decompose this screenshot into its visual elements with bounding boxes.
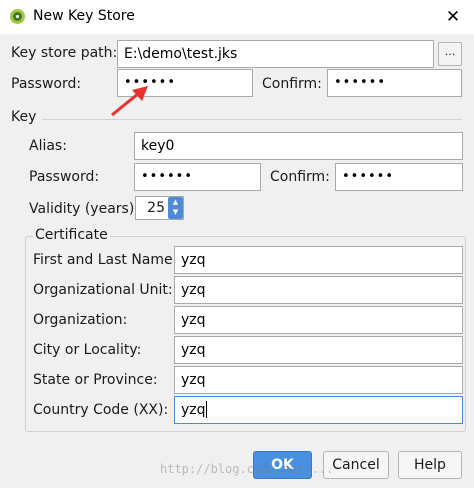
watermark: http://blog.csdn.net/... (160, 462, 334, 476)
browse-button[interactable]: ... (438, 42, 462, 66)
key-password-label: Password: (29, 169, 100, 185)
spinner-arrows[interactable]: ▲ ▼ (168, 197, 183, 219)
text-caret (206, 401, 207, 418)
key-section-label: Key (11, 109, 37, 125)
close-button[interactable]: ✕ (432, 0, 474, 34)
alias-label: Alias: (29, 138, 67, 154)
keystore-confirm-field[interactable]: •••••• (327, 69, 462, 97)
country-code-field[interactable]: yzq (174, 396, 463, 424)
spinner-up-icon[interactable]: ▲ (168, 197, 183, 207)
spinner-down-icon[interactable]: ▼ (168, 207, 183, 217)
key-store-path-field[interactable]: E:\demo\test.jks (117, 40, 434, 68)
city-locality-field[interactable]: yzq (174, 336, 463, 364)
annotation-arrow-icon (111, 86, 148, 117)
validity-value[interactable]: 25 (136, 197, 168, 219)
organization-label: Organization: (33, 312, 128, 328)
state-province-label: State or Province: (33, 372, 158, 388)
new-key-store-dialog: New Key Store ✕ Key store path: E:\demo\… (0, 0, 474, 488)
validity-spinner[interactable]: 25 ▲ ▼ (135, 196, 184, 220)
window-title: New Key Store (33, 8, 135, 24)
certificate-section-label: Certificate (33, 227, 110, 243)
organizational-unit-field[interactable]: yzq (174, 276, 463, 304)
keystore-confirm-label: Confirm: (262, 76, 322, 92)
key-password-field[interactable]: •••••• (134, 163, 261, 191)
help-button[interactable]: Help (398, 451, 462, 479)
country-code-label: Country Code (XX): (33, 402, 169, 418)
first-last-name-label: First and Last Name: (33, 252, 178, 268)
key-confirm-label: Confirm: (270, 169, 330, 185)
title-bar: New Key Store ✕ (0, 0, 474, 34)
alias-field[interactable]: key0 (134, 132, 463, 160)
keystore-password-label: Password: (11, 76, 82, 92)
city-locality-label: City or Locality: (33, 342, 142, 358)
first-last-name-field[interactable]: yzq (174, 246, 463, 274)
key-section-divider (42, 119, 462, 120)
organizational-unit-label: Organizational Unit: (33, 282, 173, 298)
android-studio-icon (10, 9, 25, 24)
validity-label: Validity (years): (29, 201, 140, 217)
key-store-path-label: Key store path: (11, 45, 118, 61)
key-confirm-field[interactable]: •••••• (335, 163, 463, 191)
organization-field[interactable]: yzq (174, 306, 463, 334)
state-province-field[interactable]: yzq (174, 366, 463, 394)
